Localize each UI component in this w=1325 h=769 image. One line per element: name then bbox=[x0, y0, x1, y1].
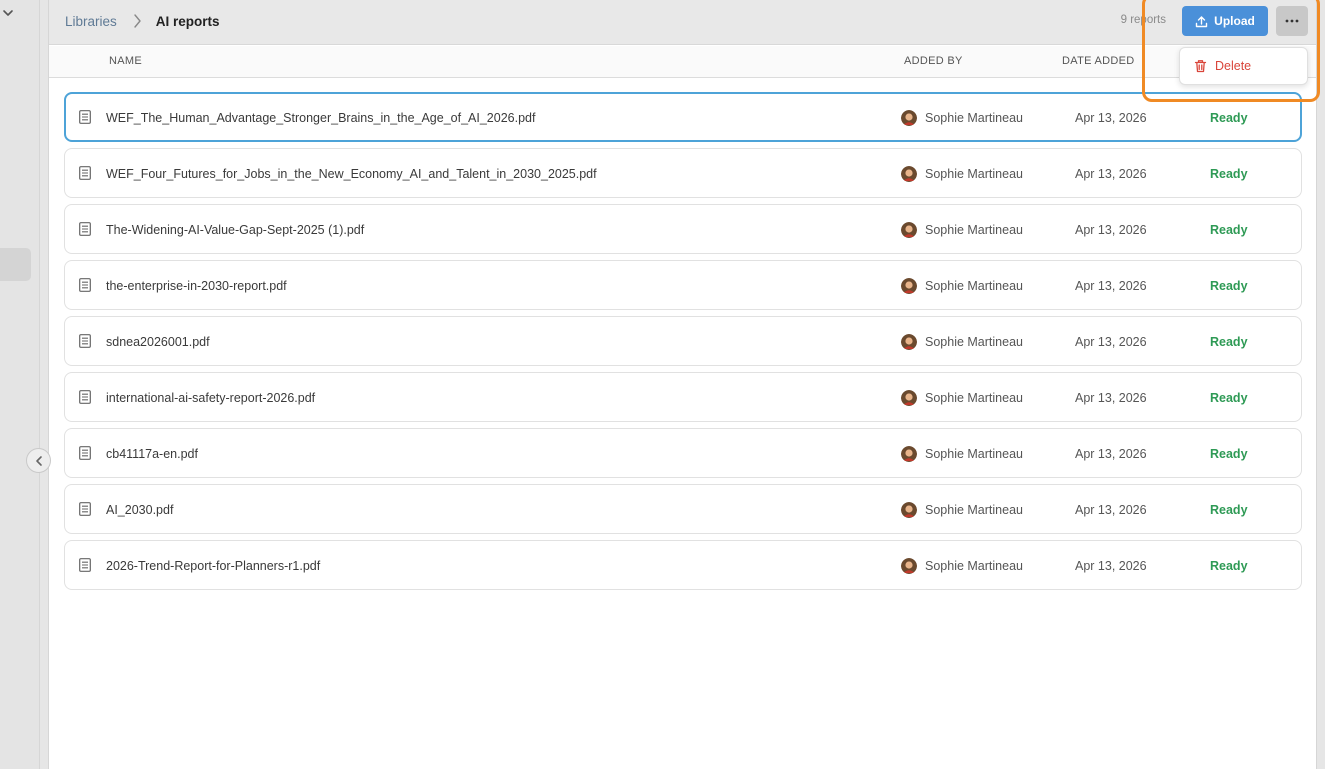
added-by-user: Sophie Martineau bbox=[925, 167, 1023, 181]
document-icon bbox=[79, 446, 91, 460]
avatar bbox=[901, 110, 917, 126]
date-added: Apr 13, 2026 bbox=[1075, 279, 1147, 293]
status-badge: Ready bbox=[1210, 111, 1248, 125]
chevron-down-icon[interactable] bbox=[1, 6, 15, 20]
date-added: Apr 13, 2026 bbox=[1075, 167, 1147, 181]
document-icon bbox=[79, 502, 91, 516]
chevron-left-icon bbox=[35, 455, 42, 466]
delete-menu-item[interactable]: Delete bbox=[1215, 59, 1251, 73]
status-badge: Ready bbox=[1210, 279, 1248, 293]
status-badge: Ready bbox=[1210, 167, 1248, 181]
table-row[interactable]: international-ai-safety-report-2026.pdf … bbox=[64, 372, 1302, 422]
trash-icon bbox=[1194, 60, 1207, 73]
added-by-user: Sophie Martineau bbox=[925, 559, 1023, 573]
document-icon bbox=[79, 278, 91, 292]
file-name[interactable]: the-enterprise-in-2030-report.pdf bbox=[106, 279, 287, 293]
sidebar bbox=[0, 0, 40, 769]
avatar bbox=[901, 166, 917, 182]
date-added: Apr 13, 2026 bbox=[1075, 111, 1147, 125]
more-options-menu: Delete bbox=[1179, 47, 1308, 85]
chevron-right-icon bbox=[134, 14, 141, 28]
date-added: Apr 13, 2026 bbox=[1075, 559, 1147, 573]
file-name[interactable]: The-Widening-AI-Value-Gap-Sept-2025 (1).… bbox=[106, 223, 364, 237]
file-name[interactable]: WEF_The_Human_Advantage_Stronger_Brains_… bbox=[106, 111, 535, 125]
avatar bbox=[901, 278, 917, 294]
file-name[interactable]: international-ai-safety-report-2026.pdf bbox=[106, 391, 315, 405]
table-header: NAME ADDED BY DATE ADDED bbox=[49, 46, 1316, 78]
breadcrumb: Libraries AI reports bbox=[65, 0, 220, 42]
table-row[interactable]: WEF_Four_Futures_for_Jobs_in_the_New_Eco… bbox=[64, 148, 1302, 198]
collapse-sidebar-button[interactable] bbox=[26, 448, 51, 473]
status-badge: Ready bbox=[1210, 335, 1248, 349]
table-row[interactable]: AI_2030.pdf Sophie Martineau Apr 13, 202… bbox=[64, 484, 1302, 534]
page-title: AI reports bbox=[155, 13, 220, 29]
document-icon bbox=[79, 222, 91, 236]
sidebar-selected-item[interactable] bbox=[0, 248, 31, 281]
document-icon bbox=[79, 334, 91, 348]
breadcrumb-libraries-link[interactable]: Libraries bbox=[65, 14, 117, 29]
status-badge: Ready bbox=[1210, 559, 1248, 573]
added-by-user: Sophie Martineau bbox=[925, 447, 1023, 461]
library-panel: Libraries AI reports 9 reports Upload NA… bbox=[48, 0, 1317, 769]
document-icon bbox=[79, 166, 91, 180]
column-header-added-by[interactable]: ADDED BY bbox=[904, 55, 963, 67]
avatar bbox=[901, 390, 917, 406]
date-added: Apr 13, 2026 bbox=[1075, 503, 1147, 517]
file-name[interactable]: cb41117a-en.pdf bbox=[106, 447, 198, 461]
file-name[interactable]: 2026-Trend-Report-for-Planners-r1.pdf bbox=[106, 559, 320, 573]
added-by-user: Sophie Martineau bbox=[925, 279, 1023, 293]
file-list: WEF_The_Human_Advantage_Stronger_Brains_… bbox=[64, 92, 1302, 596]
avatar bbox=[901, 446, 917, 462]
date-added: Apr 13, 2026 bbox=[1075, 335, 1147, 349]
avatar bbox=[901, 502, 917, 518]
table-row[interactable]: cb41117a-en.pdf Sophie Martineau Apr 13,… bbox=[64, 428, 1302, 478]
file-name[interactable]: WEF_Four_Futures_for_Jobs_in_the_New_Eco… bbox=[106, 167, 597, 181]
added-by-user: Sophie Martineau bbox=[925, 335, 1023, 349]
document-icon bbox=[79, 110, 91, 124]
document-icon bbox=[79, 558, 91, 572]
avatar bbox=[901, 222, 917, 238]
column-header-date-added[interactable]: DATE ADDED bbox=[1062, 55, 1134, 67]
avatar bbox=[901, 334, 917, 350]
date-added: Apr 13, 2026 bbox=[1075, 223, 1147, 237]
table-row[interactable]: 2026-Trend-Report-for-Planners-r1.pdf So… bbox=[64, 540, 1302, 590]
upload-button[interactable]: Upload bbox=[1182, 6, 1268, 36]
upload-icon bbox=[1195, 15, 1208, 27]
upload-button-label: Upload bbox=[1214, 14, 1255, 28]
document-icon bbox=[79, 390, 91, 404]
status-badge: Ready bbox=[1210, 447, 1248, 461]
avatar bbox=[901, 558, 917, 574]
file-name[interactable]: AI_2030.pdf bbox=[106, 503, 173, 517]
date-added: Apr 13, 2026 bbox=[1075, 447, 1147, 461]
date-added: Apr 13, 2026 bbox=[1075, 391, 1147, 405]
status-badge: Ready bbox=[1210, 223, 1248, 237]
ellipsis-icon bbox=[1285, 19, 1299, 23]
column-header-name[interactable]: NAME bbox=[109, 55, 142, 67]
status-badge: Ready bbox=[1210, 503, 1248, 517]
table-row[interactable]: The-Widening-AI-Value-Gap-Sept-2025 (1).… bbox=[64, 204, 1302, 254]
added-by-user: Sophie Martineau bbox=[925, 503, 1023, 517]
added-by-user: Sophie Martineau bbox=[925, 111, 1023, 125]
table-row[interactable]: the-enterprise-in-2030-report.pdf Sophie… bbox=[64, 260, 1302, 310]
report-count: 9 reports bbox=[1120, 14, 1166, 26]
added-by-user: Sophie Martineau bbox=[925, 223, 1023, 237]
file-name[interactable]: sdnea2026001.pdf bbox=[106, 335, 210, 349]
more-options-button[interactable] bbox=[1276, 6, 1308, 36]
added-by-user: Sophie Martineau bbox=[925, 391, 1023, 405]
table-row[interactable]: WEF_The_Human_Advantage_Stronger_Brains_… bbox=[64, 92, 1302, 142]
top-bar: Libraries AI reports 9 reports Upload bbox=[49, 0, 1316, 45]
table-row[interactable]: sdnea2026001.pdf Sophie Martineau Apr 13… bbox=[64, 316, 1302, 366]
status-badge: Ready bbox=[1210, 391, 1248, 405]
